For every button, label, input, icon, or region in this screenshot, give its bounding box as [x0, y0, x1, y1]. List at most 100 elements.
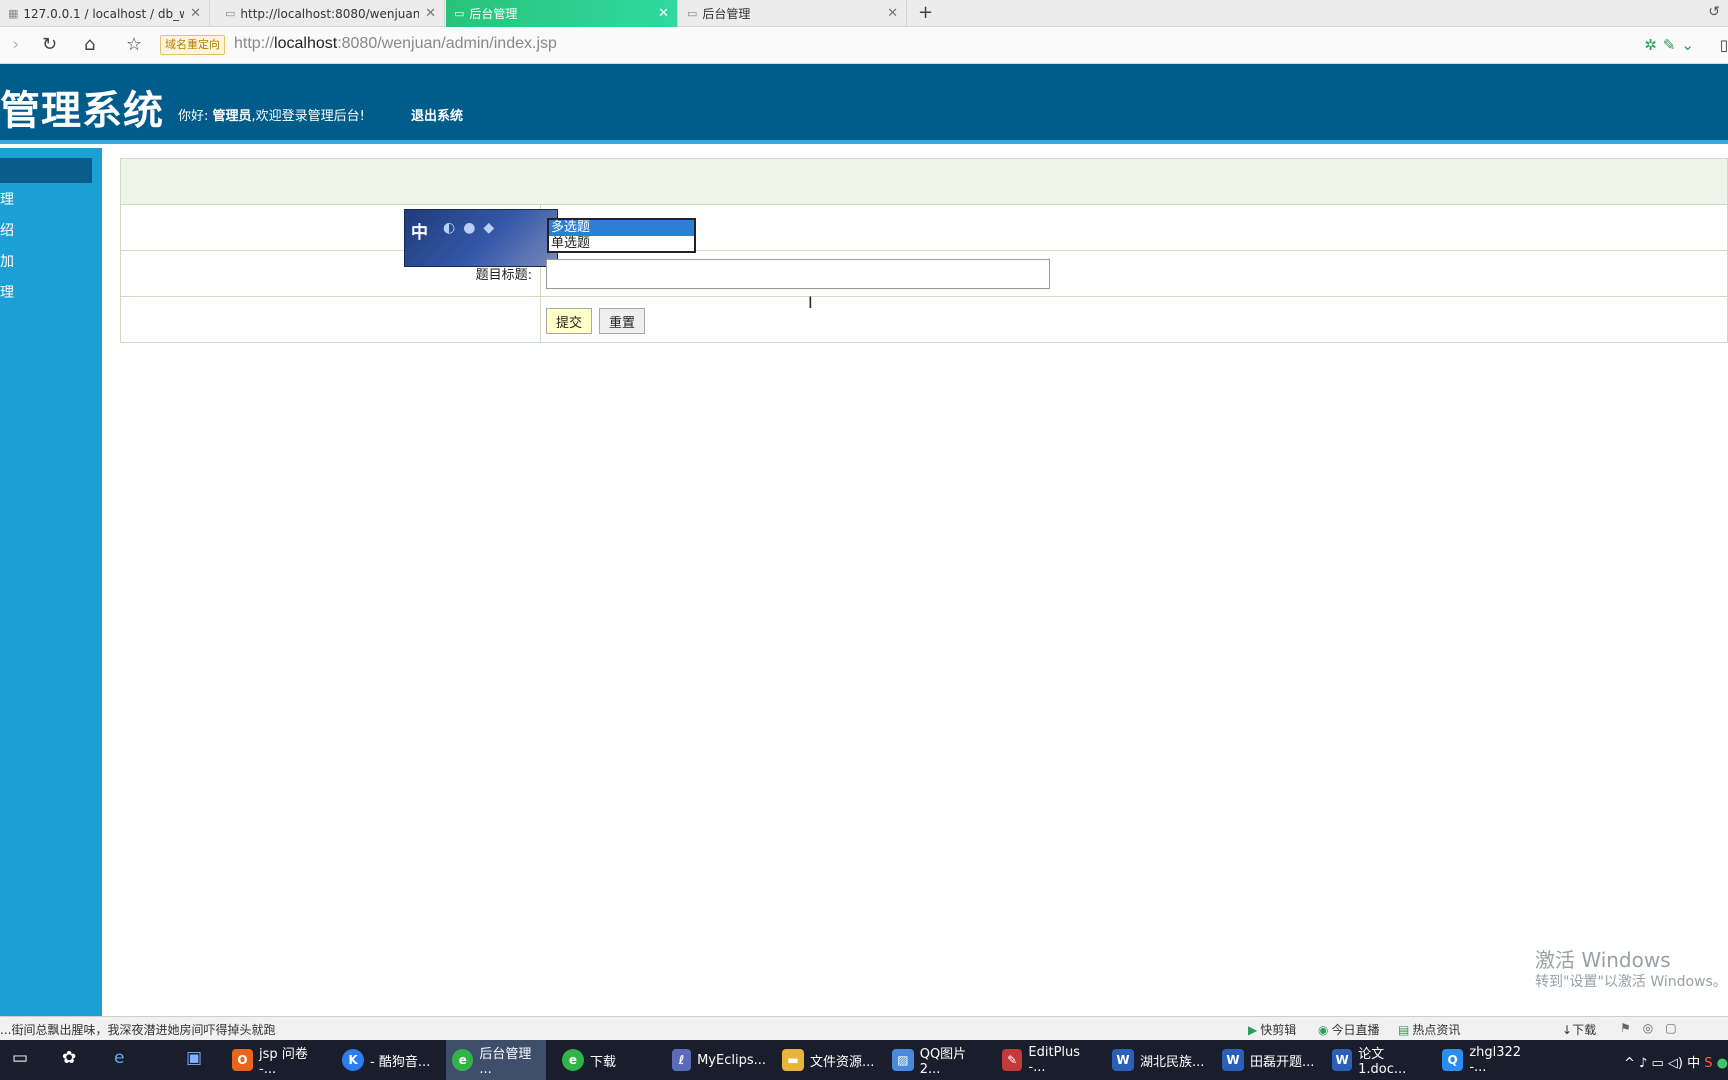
question-type-listbox[interactable]: 多选题 单选题: [547, 218, 696, 253]
taskbar-item-word-2[interactable]: W 田磊开题...: [1216, 1040, 1316, 1080]
ime-mode-indicator[interactable]: 中: [411, 218, 428, 243]
reset-button[interactable]: 重置: [599, 308, 645, 334]
taskbar-item-jsp[interactable]: O jsp 问卷 -...: [226, 1040, 326, 1080]
taskbar-label: QQ图片2...: [919, 1047, 967, 1077]
browser-icon: e: [452, 1049, 474, 1071]
live-label: 今日直播: [1331, 1023, 1380, 1037]
desktop-icon[interactable]: ▣: [186, 1048, 202, 1068]
sidebar-item-3[interactable]: 加: [0, 251, 14, 271]
taskbar-item-qq[interactable]: Q zhgl322 -...: [1436, 1040, 1540, 1080]
taskbar-item-myeclipse[interactable]: ℓ MyEclips...: [666, 1040, 766, 1080]
submit-button[interactable]: 提交: [546, 308, 592, 334]
bookmark-star-icon[interactable]: ☆: [126, 33, 142, 57]
greeting-prefix: 你好:: [178, 109, 209, 124]
taskbar-item-word-3[interactable]: W 论文1.doc...: [1326, 1040, 1426, 1080]
forward-icon[interactable]: ›: [12, 33, 19, 57]
form-header-row: [120, 158, 1728, 205]
tray-expand-icon[interactable]: ^: [1624, 1056, 1635, 1071]
sidebar-active-item[interactable]: [0, 158, 92, 183]
taskbar-label: 田磊开题...: [1250, 1054, 1315, 1070]
news-icon: ▤: [1398, 1023, 1410, 1037]
eclipse-icon: ℓ: [672, 1049, 692, 1071]
ime-language[interactable]: 中: [1687, 1056, 1700, 1071]
activation-watermark-hint: 转到"设置"以激活 Windows。: [1535, 974, 1727, 990]
user-name: 管理员: [212, 109, 252, 124]
qq-icon: Q: [1442, 1049, 1464, 1071]
taskbar-label: 文件资源...: [810, 1054, 875, 1070]
ie-browser-icon[interactable]: e: [114, 1048, 124, 1068]
live-item[interactable]: ◉ 今日直播: [1318, 1021, 1380, 1038]
browser-toolbar: › ↻ ⌂ ☆ 域名重定向 http://localhost:8080/wenj…: [0, 27, 1728, 64]
logout-link[interactable]: 退出系统: [411, 105, 463, 124]
quick-clip-item[interactable]: ▶ 快剪辑: [1248, 1021, 1296, 1038]
close-icon[interactable]: ✕: [658, 6, 669, 21]
windows-taskbar: ▭ ✿ e ▣ O jsp 问卷 -... K - 酷狗音... e 后台管理 …: [0, 1040, 1728, 1080]
browser-tab-strip: ▦ 127.0.0.1 / localhost / db_we ✕ ▭ http…: [0, 0, 1728, 27]
taskbar-label: - 酷狗音...: [370, 1054, 431, 1070]
network-icon[interactable]: ▭: [1651, 1056, 1663, 1071]
sidebar-item-2[interactable]: 绍: [0, 220, 14, 240]
home-icon[interactable]: ⌂: [84, 33, 95, 57]
taskbar-item-word-1[interactable]: W 湖北民族...: [1106, 1040, 1206, 1080]
close-icon[interactable]: ✕: [887, 6, 898, 21]
close-icon[interactable]: ✕: [425, 6, 436, 21]
tab-label: 127.0.0.1 / localhost / db_we: [23, 6, 185, 21]
new-tab-button[interactable]: +: [918, 2, 933, 23]
kugou-icon: K: [342, 1049, 364, 1071]
taskbar-item-explorer[interactable]: ▬ 文件资源...: [776, 1040, 876, 1080]
sidebar-toggle-icon[interactable]: ▯: [1720, 36, 1728, 54]
taskbar-label: 湖北民族...: [1140, 1054, 1205, 1070]
editplus-icon: ✎: [1002, 1049, 1023, 1071]
tab-menu-icon[interactable]: ↺: [1708, 4, 1720, 20]
taskbar-item-editplus[interactable]: ✎ EditPlus -...: [996, 1040, 1096, 1080]
play-icon: ▶: [1248, 1023, 1258, 1037]
download-item[interactable]: ↓下载: [1562, 1021, 1596, 1038]
close-icon[interactable]: ✕: [190, 6, 201, 21]
url-scheme: http://: [234, 35, 275, 52]
type-option-single[interactable]: 单选题: [549, 236, 694, 252]
taskbar-item-download[interactable]: e 下载: [556, 1040, 656, 1080]
notification-icon[interactable]: ♪: [1639, 1056, 1647, 1071]
system-tray[interactable]: ^ ♪ ▭ ◁) 中 S ●: [1624, 1052, 1728, 1071]
taskbar-item-kugou[interactable]: K - 酷狗音...: [336, 1040, 436, 1080]
ime-tool-icons[interactable]: ◐●◆: [443, 220, 502, 236]
quick-clip-label: 快剪辑: [1260, 1023, 1297, 1037]
search-app-icon: O: [232, 1049, 254, 1071]
url-host: localhost: [274, 35, 338, 52]
tray-app-icon[interactable]: ●: [1717, 1056, 1728, 1071]
browser-icon: e: [562, 1049, 584, 1071]
taskbar-item-qq-image[interactable]: ▨ QQ图片2...: [886, 1040, 986, 1080]
extension-icons[interactable]: ✲✎⌄: [1644, 36, 1700, 54]
browser-tab-admin-active[interactable]: ▭ 后台管理 ✕: [446, 0, 678, 27]
pma-icon: ▦: [8, 7, 19, 20]
status-news-text[interactable]: ...街间总飘出腥味，我深夜潜进她房间吓得掉头就跑: [0, 1021, 275, 1038]
browser-tab-wenjuan[interactable]: ▭ http://localhost:8080/wenjuan ✕: [217, 0, 445, 27]
browser-tab-admin[interactable]: ▭ 后台管理 ✕: [679, 0, 907, 27]
status-tool-icons[interactable]: ⚑◎▢: [1620, 1021, 1689, 1035]
folder-icon: ▬: [782, 1049, 804, 1071]
taskbar-label: 下载: [590, 1054, 617, 1070]
word-icon: W: [1222, 1049, 1244, 1071]
taskbar-item-admin[interactable]: e 后台管理 ...: [446, 1040, 546, 1080]
sidebar-item-1[interactable]: 理: [0, 189, 14, 209]
volume-icon[interactable]: ◁): [1668, 1056, 1683, 1071]
tab-label: 后台管理: [702, 7, 751, 21]
redirect-badge[interactable]: 域名重定向: [160, 35, 225, 55]
page-icon: ▭: [454, 7, 465, 20]
hot-news-item[interactable]: ▤ 热点资讯: [1398, 1021, 1460, 1038]
pinwheel-app-icon[interactable]: ✿: [62, 1048, 76, 1068]
taskbar-label: jsp 问卷 -...: [259, 1047, 308, 1077]
browser-tab-phpmyadmin[interactable]: ▦ 127.0.0.1 / localhost / db_we ✕: [0, 0, 210, 27]
browser-status-bar: ...街间总飘出腥味，我深夜潜进她房间吓得掉头就跑 ▶ 快剪辑 ◉ 今日直播 ▤ 热点…: [0, 1016, 1728, 1040]
ime-toolbar[interactable]: 中 ◐●◆: [404, 209, 558, 267]
sidebar-item-4[interactable]: 理: [0, 282, 14, 302]
task-view-icon[interactable]: ▭: [12, 1048, 28, 1068]
download-label: 下载: [1572, 1023, 1597, 1037]
address-input[interactable]: http://localhost:8080/wenjuan/admin/inde…: [234, 35, 557, 53]
greeting-suffix: ,欢迎登录管理后台!: [251, 109, 365, 124]
taskbar-label: zhgl322 -...: [1469, 1045, 1522, 1075]
question-title-input[interactable]: [546, 259, 1050, 289]
reload-icon[interactable]: ↻: [42, 33, 57, 57]
type-option-multiple[interactable]: 多选题: [549, 220, 694, 236]
sogou-icon[interactable]: S: [1704, 1056, 1712, 1071]
